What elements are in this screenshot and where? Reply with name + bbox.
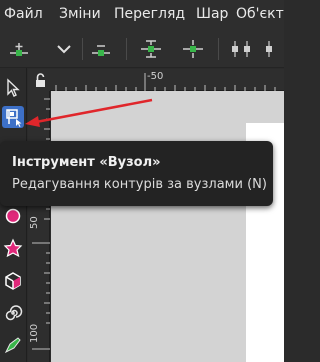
- circle-tool-icon[interactable]: [2, 205, 24, 227]
- horizontal-ruler: -50: [50, 69, 284, 91]
- menu-layer[interactable]: Шар: [196, 6, 228, 22]
- toolbar-divider: [218, 38, 219, 60]
- chevron-down-icon[interactable]: [53, 38, 75, 60]
- join-nodes-icon[interactable]: [140, 38, 162, 60]
- lock-icon: [36, 73, 45, 87]
- ruler-label: -50: [147, 71, 164, 82]
- delete-node-icon[interactable]: [90, 38, 112, 60]
- menu-view[interactable]: Перегляд: [114, 6, 185, 22]
- menu-object[interactable]: Об'єкт: [236, 6, 284, 22]
- break-path-icon[interactable]: [182, 38, 204, 60]
- delete-segment-icon[interactable]: [264, 38, 286, 60]
- tooltip-title: Інструмент «Вузол»: [12, 155, 161, 170]
- tooltip: Інструмент «Вузол» Редагування контурів …: [0, 141, 273, 206]
- menu-edit[interactable]: Зміни: [59, 6, 101, 22]
- toolbar-divider: [126, 38, 127, 60]
- vertical-ruler: 50 100: [28, 91, 50, 362]
- ruler-label: 100: [29, 323, 40, 343]
- pen-tool-icon[interactable]: [2, 334, 24, 356]
- box3d-tool-icon[interactable]: [2, 270, 24, 292]
- spiral-tool-icon[interactable]: [2, 302, 24, 324]
- ruler-lock-corner[interactable]: [28, 69, 50, 91]
- node-tool-icon[interactable]: [2, 106, 24, 128]
- star-tool-icon[interactable]: [2, 237, 24, 259]
- join-segment-icon[interactable]: [230, 38, 252, 60]
- ruler-label: 50: [29, 216, 40, 229]
- tool-controls-bar: [0, 30, 284, 68]
- menu-bar: Файл Зміни Перегляд Шар Об'єкт: [0, 0, 284, 30]
- add-node-icon[interactable]: [8, 38, 30, 60]
- tooltip-description: Редагування контурів за вузлами (N): [12, 177, 267, 192]
- selector-tool-icon[interactable]: [2, 77, 24, 99]
- toolbox: [0, 68, 27, 362]
- toolbar-divider: [82, 38, 83, 60]
- menu-file[interactable]: Файл: [4, 6, 43, 22]
